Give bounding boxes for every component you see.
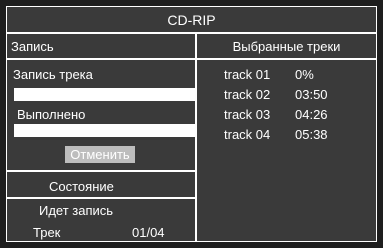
track-value: 03:50 <box>295 87 328 102</box>
track-label: Трек <box>33 225 61 240</box>
recording-header-text: Запись <box>11 38 54 54</box>
track-name: track 04 <box>224 127 271 142</box>
track-value: 04:26 <box>295 107 328 122</box>
selected-tracks-header-text: Выбранные треки <box>232 38 341 54</box>
cancel-button-label: Отменить <box>70 147 130 162</box>
window-title: CD-RIP <box>7 7 376 32</box>
selected-tracks-header: Выбранные треки <box>197 34 376 58</box>
selected-tracks-panel: Выбранные треки track 01 0% track 02 03:… <box>197 34 376 241</box>
recording-header: Запись <box>7 34 195 58</box>
divider <box>7 197 195 199</box>
divider <box>7 58 195 60</box>
record-track-label: Запись трека <box>13 67 93 82</box>
recording-panel: Запись Запись трека Выполнено Отменить С… <box>7 34 195 241</box>
divider <box>7 170 195 172</box>
done-label: Выполнено <box>17 107 86 122</box>
track-name: track 03 <box>224 107 271 122</box>
track-value: 05:38 <box>295 127 328 142</box>
state-header: Состояние <box>49 179 114 194</box>
divider <box>197 58 376 60</box>
done-progress-bar <box>14 124 195 137</box>
track-value: 0% <box>295 67 314 82</box>
track-name: track 01 <box>224 67 271 82</box>
window-title-text: CD-RIP <box>167 11 216 28</box>
record-track-progress-bar <box>14 88 195 101</box>
state-value: Идет запись <box>39 203 114 218</box>
cancel-button[interactable]: Отменить <box>65 146 135 163</box>
track-counter: 01/04 <box>132 225 165 240</box>
track-name: track 02 <box>224 87 271 102</box>
